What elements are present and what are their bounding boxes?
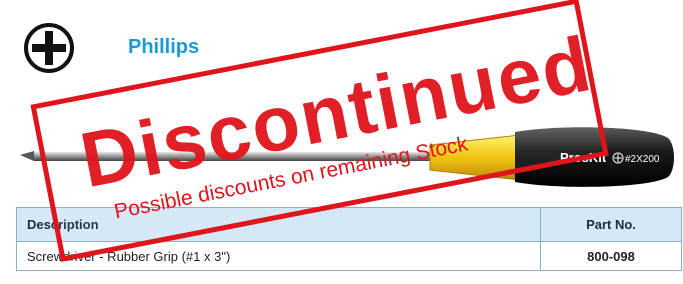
svg-text:ProsKit: ProsKit: [560, 150, 607, 165]
table-header-row: Description Part No.: [16, 207, 682, 242]
header-part-no: Part No.: [540, 207, 682, 242]
parts-table: Description Part No. Screwdriver - Rubbe…: [16, 207, 682, 271]
row-description: Screwdriver - Rubber Grip (#1 x 3"): [16, 241, 541, 271]
phillips-cross-icon: [24, 23, 74, 73]
row-part-no: 800-098: [540, 241, 682, 271]
product-title: Phillips: [128, 36, 200, 58]
table-row: Screwdriver - Rubber Grip (#1 x 3") 800-…: [16, 241, 682, 271]
header-description: Description: [16, 207, 541, 242]
screwdriver-image: ProsKit #2X200: [20, 127, 674, 187]
svg-text:#2X200: #2X200: [625, 154, 660, 165]
